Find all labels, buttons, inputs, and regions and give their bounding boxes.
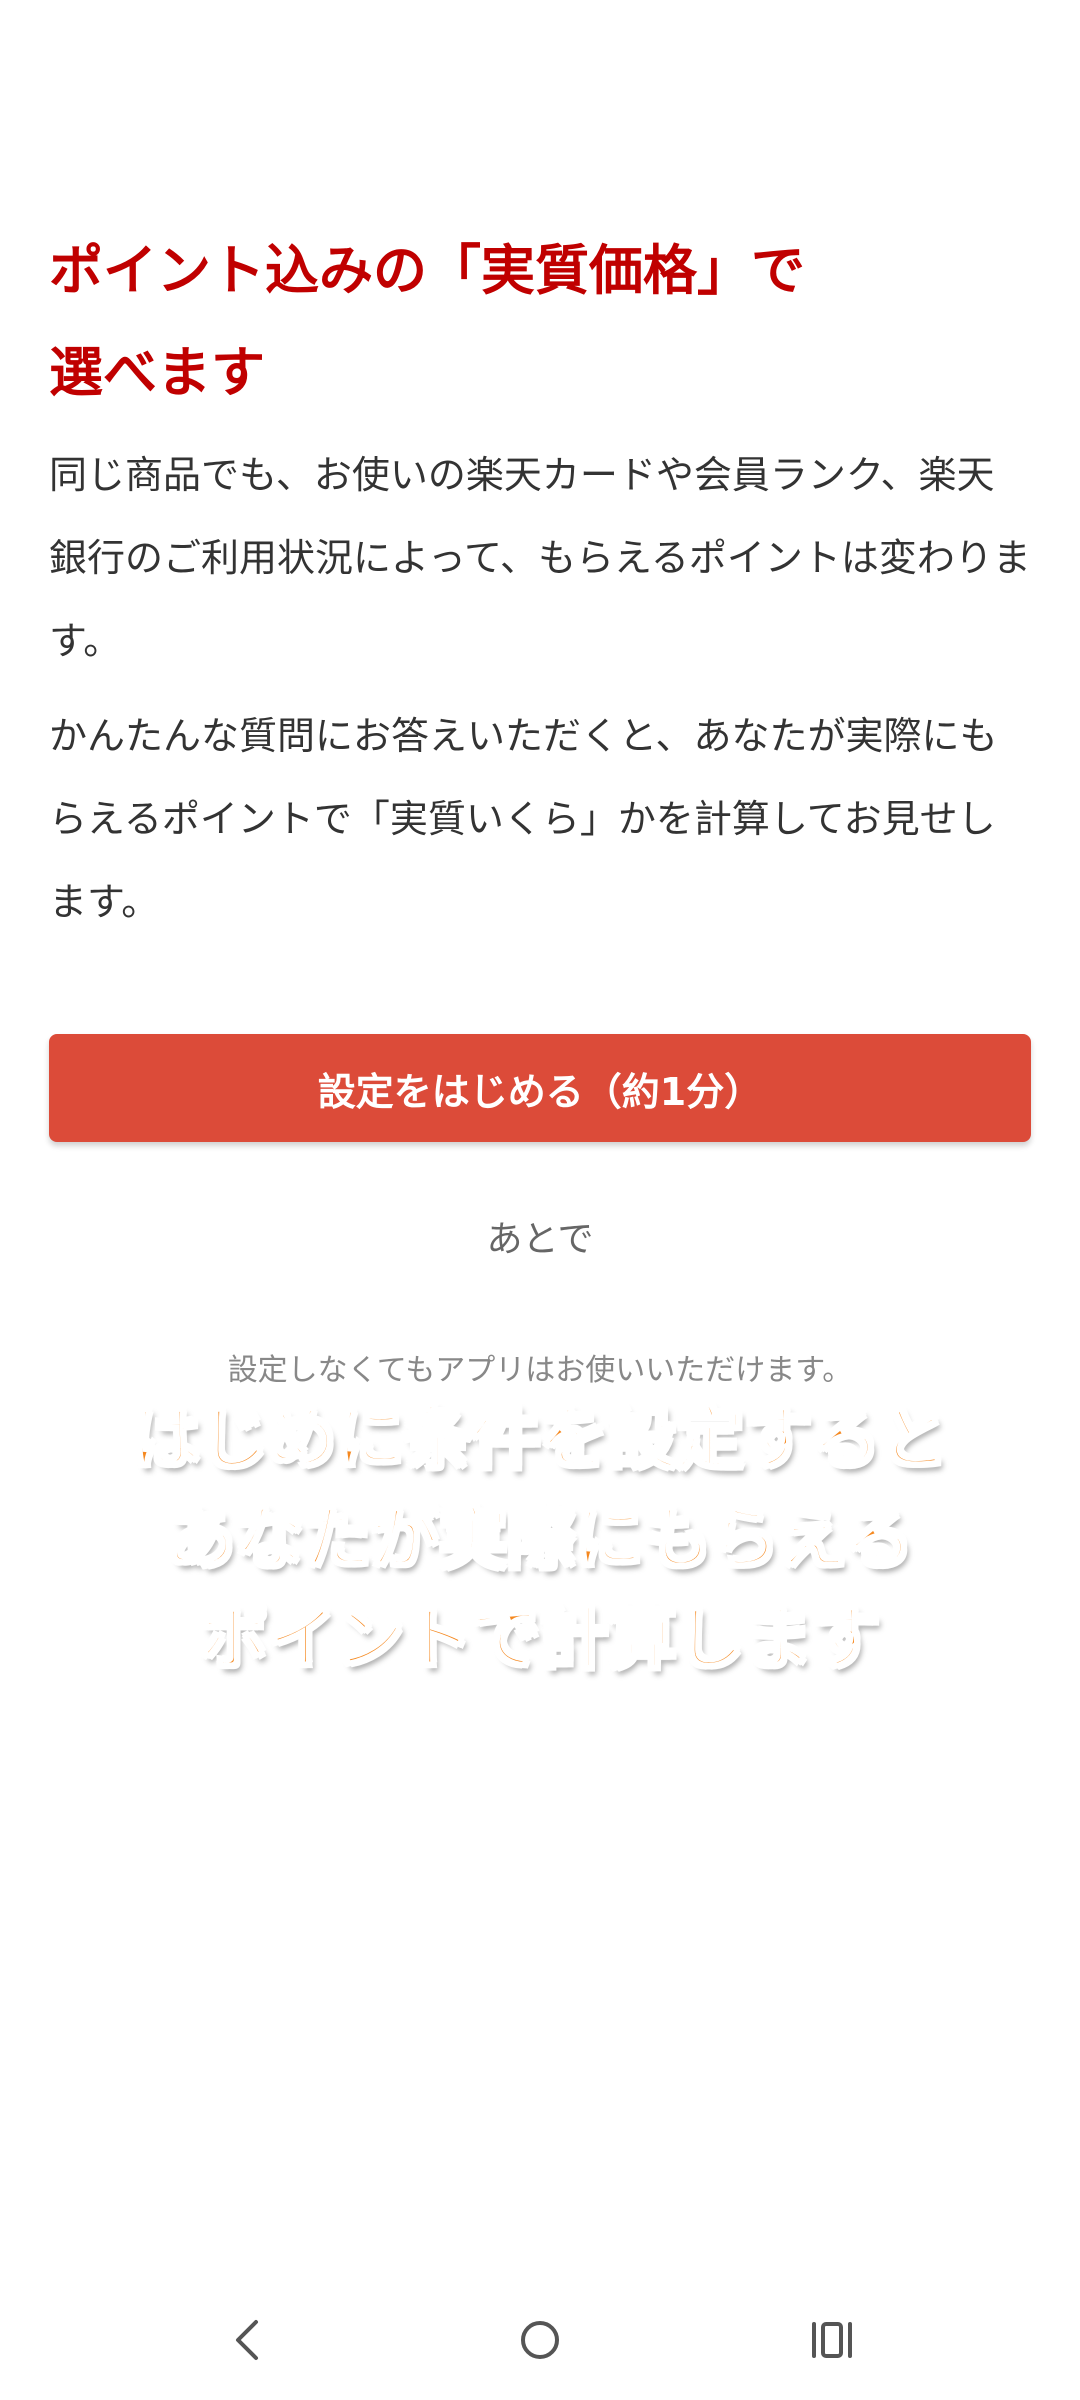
later-button[interactable]: あとで	[0, 1210, 1080, 1262]
page-title: ポイント込みの「実質価格」で 選べます	[49, 220, 1031, 424]
home-button[interactable]	[500, 2300, 580, 2380]
system-navigation-bar	[0, 2280, 1080, 2400]
description-paragraph-1: 同じ商品でも、お使いの楽天カードや会員ランク、楽天銀行のご利用状況によって、もら…	[49, 453, 1031, 663]
overlay-caption: はじめに条件を設定すると あなたが実際にもらえる ポイントで計算します	[0, 1390, 1080, 1690]
overlay-caption-line-2: あなたが実際にもらえる	[166, 1499, 915, 1581]
home-icon	[521, 2321, 559, 2359]
recents-icon	[812, 2322, 852, 2358]
back-icon	[236, 2320, 258, 2360]
optional-setup-note: 設定しなくてもアプリはお使いいただけます。	[227, 1353, 853, 1388]
start-setup-button[interactable]: 設定をはじめる（約1分）	[49, 1034, 1031, 1142]
intro-section: ポイント込みの「実質価格」で 選べます 同じ商品でも、お使いの楽天カードや会員ラ…	[49, 220, 1031, 944]
recents-button[interactable]	[792, 2300, 872, 2380]
headline-line-2: 選べます	[49, 341, 265, 404]
overlay-caption-line-3: ポイントで計算します	[198, 1599, 881, 1681]
overlay-caption-line-1: はじめに条件を設定すると	[130, 1399, 949, 1481]
headline-line-1: ポイント込みの「実質価格」で	[49, 239, 805, 302]
back-button[interactable]	[208, 2300, 288, 2380]
description-paragraph-2: かんたんな質問にお答えいただくと、あなたが実際にもらえるポイントで「実質いくら」…	[49, 714, 998, 924]
